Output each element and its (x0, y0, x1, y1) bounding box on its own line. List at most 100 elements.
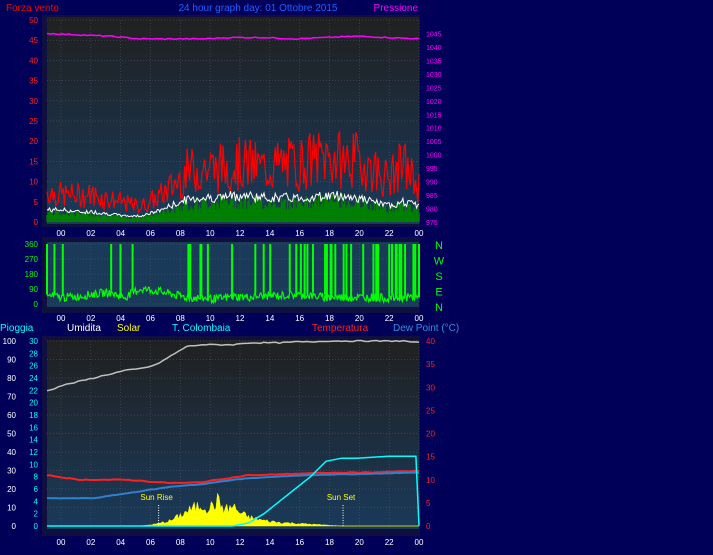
x-tick-label: 20 (355, 538, 364, 547)
humidity-tick-label: 80 (7, 374, 16, 383)
rain-tick-label: 26 (29, 362, 38, 371)
temperature-tick-label: 25 (426, 406, 435, 415)
compass-label: W (434, 256, 445, 268)
humidity-tick-label: 50 (7, 430, 16, 439)
x-tick-label: 20 (355, 229, 364, 238)
x-tick-label: 14 (265, 314, 274, 323)
wind-tick-label: 25 (29, 117, 38, 126)
humidity-tick-label: 20 (7, 485, 16, 494)
pressure-tick-label: 1030 (426, 72, 442, 79)
pressure-tick-label: 1000 (426, 153, 442, 160)
direction-tick-label: 0 (34, 300, 39, 309)
x-tick-label: 00 (57, 314, 66, 323)
rain-tick-label: 30 (29, 337, 38, 346)
sun-marker-label: Sun Set (327, 493, 356, 502)
rain-tick-label: 24 (29, 374, 38, 383)
temperature-tick-label: 0 (426, 522, 431, 531)
x-tick-label: 18 (325, 314, 334, 323)
humidity-tick-label: 90 (7, 356, 16, 365)
x-tick-label: 06 (146, 314, 155, 323)
graph-title: 24 hour graph day: 01 Ottobre 2015 (178, 3, 337, 14)
x-tick-label: 08 (176, 229, 185, 238)
rain-tick-label: 16 (29, 423, 38, 432)
pressure-tick-label: 1040 (426, 45, 442, 52)
rain-tick-label: 12 (29, 448, 38, 457)
x-tick-label: 18 (325, 538, 334, 547)
x-tick-label: 02 (86, 538, 95, 547)
x-tick-label: 16 (295, 229, 304, 238)
wind-tick-label: 35 (29, 77, 38, 86)
x-tick-label: 04 (116, 538, 125, 547)
direction-tick-label: 90 (29, 285, 38, 294)
x-tick-label: 00 (57, 538, 66, 547)
compass-label: N (435, 302, 443, 314)
pressure-tick-label: 990 (426, 180, 438, 187)
pressure-tick-label: 975 (426, 220, 438, 227)
pressure-tick-label: 1005 (426, 139, 442, 146)
pressure-tick-label: 1015 (426, 112, 442, 119)
x-tick-label: 04 (116, 314, 125, 323)
x-tick-label: 10 (206, 314, 215, 323)
compass-label: N (435, 240, 443, 252)
x-tick-label: 22 (385, 314, 394, 323)
rain-axis-title: Pioggia (0, 323, 34, 334)
rain-tick-label: 2 (34, 510, 39, 519)
humidity-tick-label: 60 (7, 411, 16, 420)
temperature-humidity-panel: Sun Rise Sun Set 0102030405060708090100 0… (3, 336, 435, 547)
x-tick-label: 06 (146, 538, 155, 547)
temperature-tick-label: 5 (426, 499, 431, 508)
wind-tick-label: 40 (29, 56, 38, 65)
humidity-tick-label: 0 (12, 522, 17, 531)
humidity-tick-label: 40 (7, 448, 16, 457)
temperature-tick-label: 10 (426, 476, 435, 485)
temperature-tick-label: 30 (426, 383, 435, 392)
wind-tick-label: 45 (29, 36, 38, 45)
x-tick-label: 14 (265, 538, 274, 547)
wind-tick-label: 20 (29, 137, 38, 146)
dewpoint-legend: Dew Point (°C) (393, 323, 459, 334)
compass-label: S (435, 271, 442, 283)
rain-tick-label: 22 (29, 386, 38, 395)
wind-direction-panel: 090180270360 00 02 04 06 08 10 12 14 16 18 20 22 00 … (25, 237, 445, 323)
pressure-tick-label: 980 (426, 207, 438, 214)
x-tick-label: 12 (236, 314, 245, 323)
pressure-tick-label: 995 (426, 166, 438, 173)
pressure-tick-label: 1010 (426, 126, 442, 133)
x-tick-label: 04 (116, 229, 125, 238)
x-tick-label: 06 (146, 229, 155, 238)
pressure-tick-label: 1020 (426, 99, 442, 106)
x-tick-label: 14 (265, 229, 274, 238)
x-tick-label: 12 (236, 538, 245, 547)
humidity-tick-label: 10 (7, 504, 16, 513)
x-tick-label: 18 (325, 229, 334, 238)
x-tick-label: 08 (176, 538, 185, 547)
rain-tick-label: 28 (29, 349, 38, 358)
x-tick-label: 02 (86, 229, 95, 238)
solar-legend: Solar (117, 323, 141, 334)
humidity-tick-label: 100 (3, 337, 17, 346)
x-tick-label: 20 (355, 314, 364, 323)
x-tick-label: 00 (57, 229, 66, 238)
weather-graph: Forza vento 24 hour graph day: 01 Ottobr… (0, 3, 459, 547)
rain-tick-label: 18 (29, 411, 38, 420)
sun-marker-label: Sun Rise (140, 493, 173, 502)
wind-tick-label: 30 (29, 97, 38, 106)
x-tick-label: 22 (385, 229, 394, 238)
pressure-tick-label: 1025 (426, 85, 442, 92)
x-tick-label: 12 (236, 229, 245, 238)
wind-pressure-panel: 05101520253035404550 9759809859909951000… (29, 15, 442, 238)
direction-tick-label: 180 (25, 270, 39, 279)
wind-tick-label: 10 (29, 178, 38, 187)
rain-tick-label: 6 (34, 485, 39, 494)
rain-tick-label: 10 (29, 460, 38, 469)
x-tick-label: 00 (415, 314, 424, 323)
x-tick-label: 10 (206, 538, 215, 547)
x-tick-label: 00 (415, 229, 424, 238)
x-tick-label: 00 (415, 538, 424, 547)
pressure-axis-title: Pressione (374, 3, 419, 14)
rain-tick-label: 4 (34, 497, 39, 506)
x-tick-label: 02 (86, 314, 95, 323)
wind-tick-label: 50 (29, 16, 38, 25)
compass-label: E (435, 287, 442, 299)
wind-tick-label: 15 (29, 157, 38, 166)
